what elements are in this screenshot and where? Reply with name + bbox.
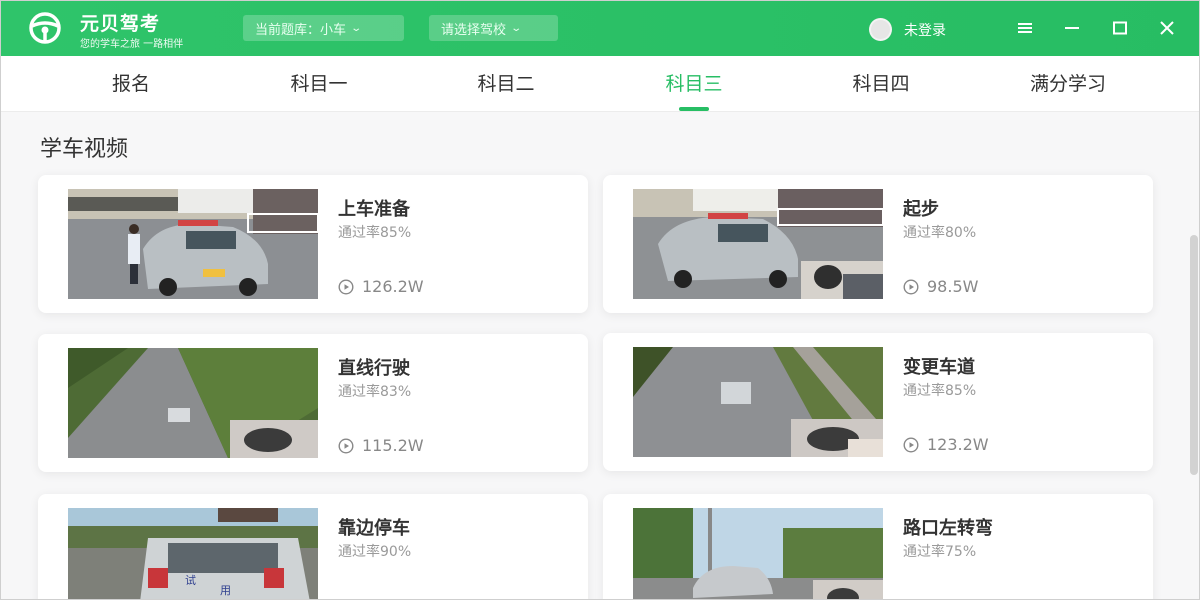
tab-subject-one[interactable]: 科目一 bbox=[229, 56, 409, 112]
view-count: 98.5W bbox=[903, 277, 978, 296]
title-bar: 元贝驾考 您的学车之旅 一路相伴 当前题库：小车 ⌄ 请选择驾校 ⌄ 未登录 bbox=[0, 0, 1200, 56]
active-tab-indicator bbox=[679, 107, 709, 111]
pass-rate: 通过率83% bbox=[338, 384, 412, 400]
pass-rate: 通过率85% bbox=[903, 383, 977, 399]
video-card[interactable]: 起步 通过率80% 98.5W bbox=[603, 175, 1153, 313]
video-thumbnail bbox=[68, 348, 318, 458]
subject-tabs: 报名 科目一 科目二 科目三 科目四 满分学习 bbox=[1, 56, 1199, 112]
play-circle-icon bbox=[338, 278, 354, 295]
video-thumbnail bbox=[633, 189, 883, 299]
view-count: 126.2W bbox=[338, 277, 424, 296]
rear-sign-text: 用 bbox=[220, 584, 231, 597]
video-thumbnail bbox=[633, 347, 883, 457]
view-count-value: 126.2W bbox=[362, 277, 424, 296]
driving-school-dropdown[interactable]: 请选择驾校 ⌄ bbox=[429, 15, 558, 41]
video-title: 变更车道 bbox=[903, 357, 975, 378]
tab-registration[interactable]: 报名 bbox=[41, 56, 221, 112]
play-circle-icon bbox=[903, 436, 919, 453]
driving-school-label: 请选择驾校 bbox=[441, 22, 507, 38]
user-avatar[interactable] bbox=[869, 18, 892, 41]
pass-rate: 通过率80% bbox=[903, 225, 977, 241]
steering-wheel-icon bbox=[29, 12, 61, 44]
app-slogan: 您的学车之旅 一路相伴 bbox=[80, 39, 184, 50]
video-title: 上车准备 bbox=[338, 199, 410, 220]
pass-rate: 通过率85% bbox=[338, 225, 412, 241]
video-title: 路口左转弯 bbox=[903, 518, 993, 539]
view-count: 123.2W bbox=[903, 435, 989, 454]
tab-subject-two[interactable]: 科目二 bbox=[416, 56, 596, 112]
pass-rate: 通过率90% bbox=[338, 544, 412, 560]
menu-button[interactable] bbox=[1011, 14, 1039, 42]
vertical-scrollbar[interactable] bbox=[1190, 235, 1198, 475]
chevron-down-icon: ⌄ bbox=[510, 22, 523, 34]
chevron-down-icon: ⌄ bbox=[350, 22, 363, 34]
view-count-value: 115.2W bbox=[362, 436, 424, 455]
video-card[interactable]: 试 用 靠边停车 通过率90% bbox=[38, 494, 588, 600]
tab-full-score[interactable]: 满分学习 bbox=[978, 56, 1158, 112]
close-button[interactable] bbox=[1153, 14, 1181, 42]
menu-icon bbox=[1018, 23, 1032, 33]
tab-subject-three[interactable]: 科目三 bbox=[604, 56, 784, 112]
question-bank-label: 当前题库：小车 bbox=[255, 22, 347, 38]
pass-rate: 通过率75% bbox=[903, 544, 977, 560]
video-card[interactable]: 变更车道 通过率85% 123.2W bbox=[603, 333, 1153, 471]
section-title: 学车视频 bbox=[40, 137, 129, 162]
video-card[interactable]: 上车准备 通过率85% 126.2W bbox=[38, 175, 588, 313]
rear-plate-text: 试 bbox=[185, 574, 196, 587]
video-thumbnail: 试 用 bbox=[68, 508, 318, 600]
question-bank-dropdown[interactable]: 当前题库：小车 ⌄ bbox=[243, 15, 404, 41]
maximize-button[interactable] bbox=[1106, 14, 1134, 42]
play-circle-icon bbox=[903, 278, 919, 295]
login-status[interactable]: 未登录 bbox=[904, 20, 946, 40]
view-count-value: 123.2W bbox=[927, 435, 989, 454]
video-thumbnail bbox=[68, 189, 318, 299]
video-card[interactable]: 路口左转弯 通过率75% bbox=[603, 494, 1153, 600]
video-title: 靠边停车 bbox=[338, 518, 410, 539]
video-card[interactable]: 直线行驶 通过率83% 115.2W bbox=[38, 334, 588, 472]
close-icon bbox=[1160, 21, 1174, 35]
view-count-value: 98.5W bbox=[927, 277, 979, 296]
video-title: 起步 bbox=[903, 199, 939, 220]
video-thumbnail bbox=[633, 508, 883, 600]
app-name: 元贝驾考 bbox=[80, 13, 161, 35]
minimize-button[interactable] bbox=[1058, 14, 1086, 42]
play-circle-icon bbox=[338, 437, 354, 454]
video-title: 直线行驶 bbox=[338, 358, 410, 379]
maximize-icon bbox=[1113, 21, 1127, 35]
tab-subject-four[interactable]: 科目四 bbox=[791, 56, 971, 112]
minimize-icon bbox=[1065, 27, 1079, 29]
view-count: 115.2W bbox=[338, 436, 424, 455]
